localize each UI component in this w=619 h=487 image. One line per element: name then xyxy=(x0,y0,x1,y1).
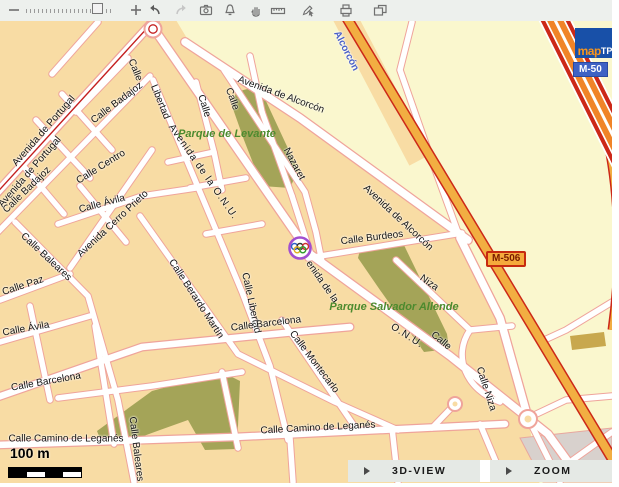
arrow-right-icon xyxy=(364,467,370,475)
scale-bar xyxy=(8,467,82,478)
alert-bell-icon[interactable] xyxy=(222,2,238,18)
toolbar xyxy=(0,0,619,22)
olympic-rings-marker[interactable] xyxy=(290,238,311,259)
road-badge-m506: M-506 xyxy=(486,251,526,267)
scale-label: 100 m xyxy=(10,445,50,461)
road-badge-m50: M-50 xyxy=(573,62,608,77)
logo-tp-text: TP xyxy=(601,46,612,56)
back-button[interactable] xyxy=(146,2,162,18)
new-window-icon[interactable] xyxy=(372,2,388,18)
forward-button[interactable] xyxy=(174,2,190,18)
right-margin xyxy=(612,0,619,487)
zoom-slider-handle[interactable] xyxy=(92,3,103,14)
zoom-in-button[interactable] xyxy=(128,2,144,18)
measure-ruler-icon[interactable] xyxy=(270,2,286,18)
snapshot-icon[interactable] xyxy=(198,2,214,18)
map-viewport[interactable]: Avenida de PortugalAvenida de PortugalCa… xyxy=(0,21,612,483)
view-3d-label: 3D-VIEW xyxy=(392,465,446,477)
maptp-logo: mapTP xyxy=(575,28,612,58)
zoom-out-button[interactable] xyxy=(6,2,22,18)
view-3d-button[interactable]: 3D-VIEW xyxy=(348,460,480,482)
print-icon[interactable] xyxy=(338,2,354,18)
pan-hand-icon[interactable] xyxy=(248,2,264,18)
arrow-right-icon xyxy=(506,467,512,475)
zoom-panel-label: ZOOM xyxy=(534,465,572,477)
panel-spacer xyxy=(480,460,490,482)
draw-pen-icon[interactable] xyxy=(300,2,316,18)
logo-map-text: map xyxy=(578,46,601,56)
zoom-panel-button[interactable]: ZOOM xyxy=(490,460,612,482)
bottom-margin xyxy=(0,483,619,487)
